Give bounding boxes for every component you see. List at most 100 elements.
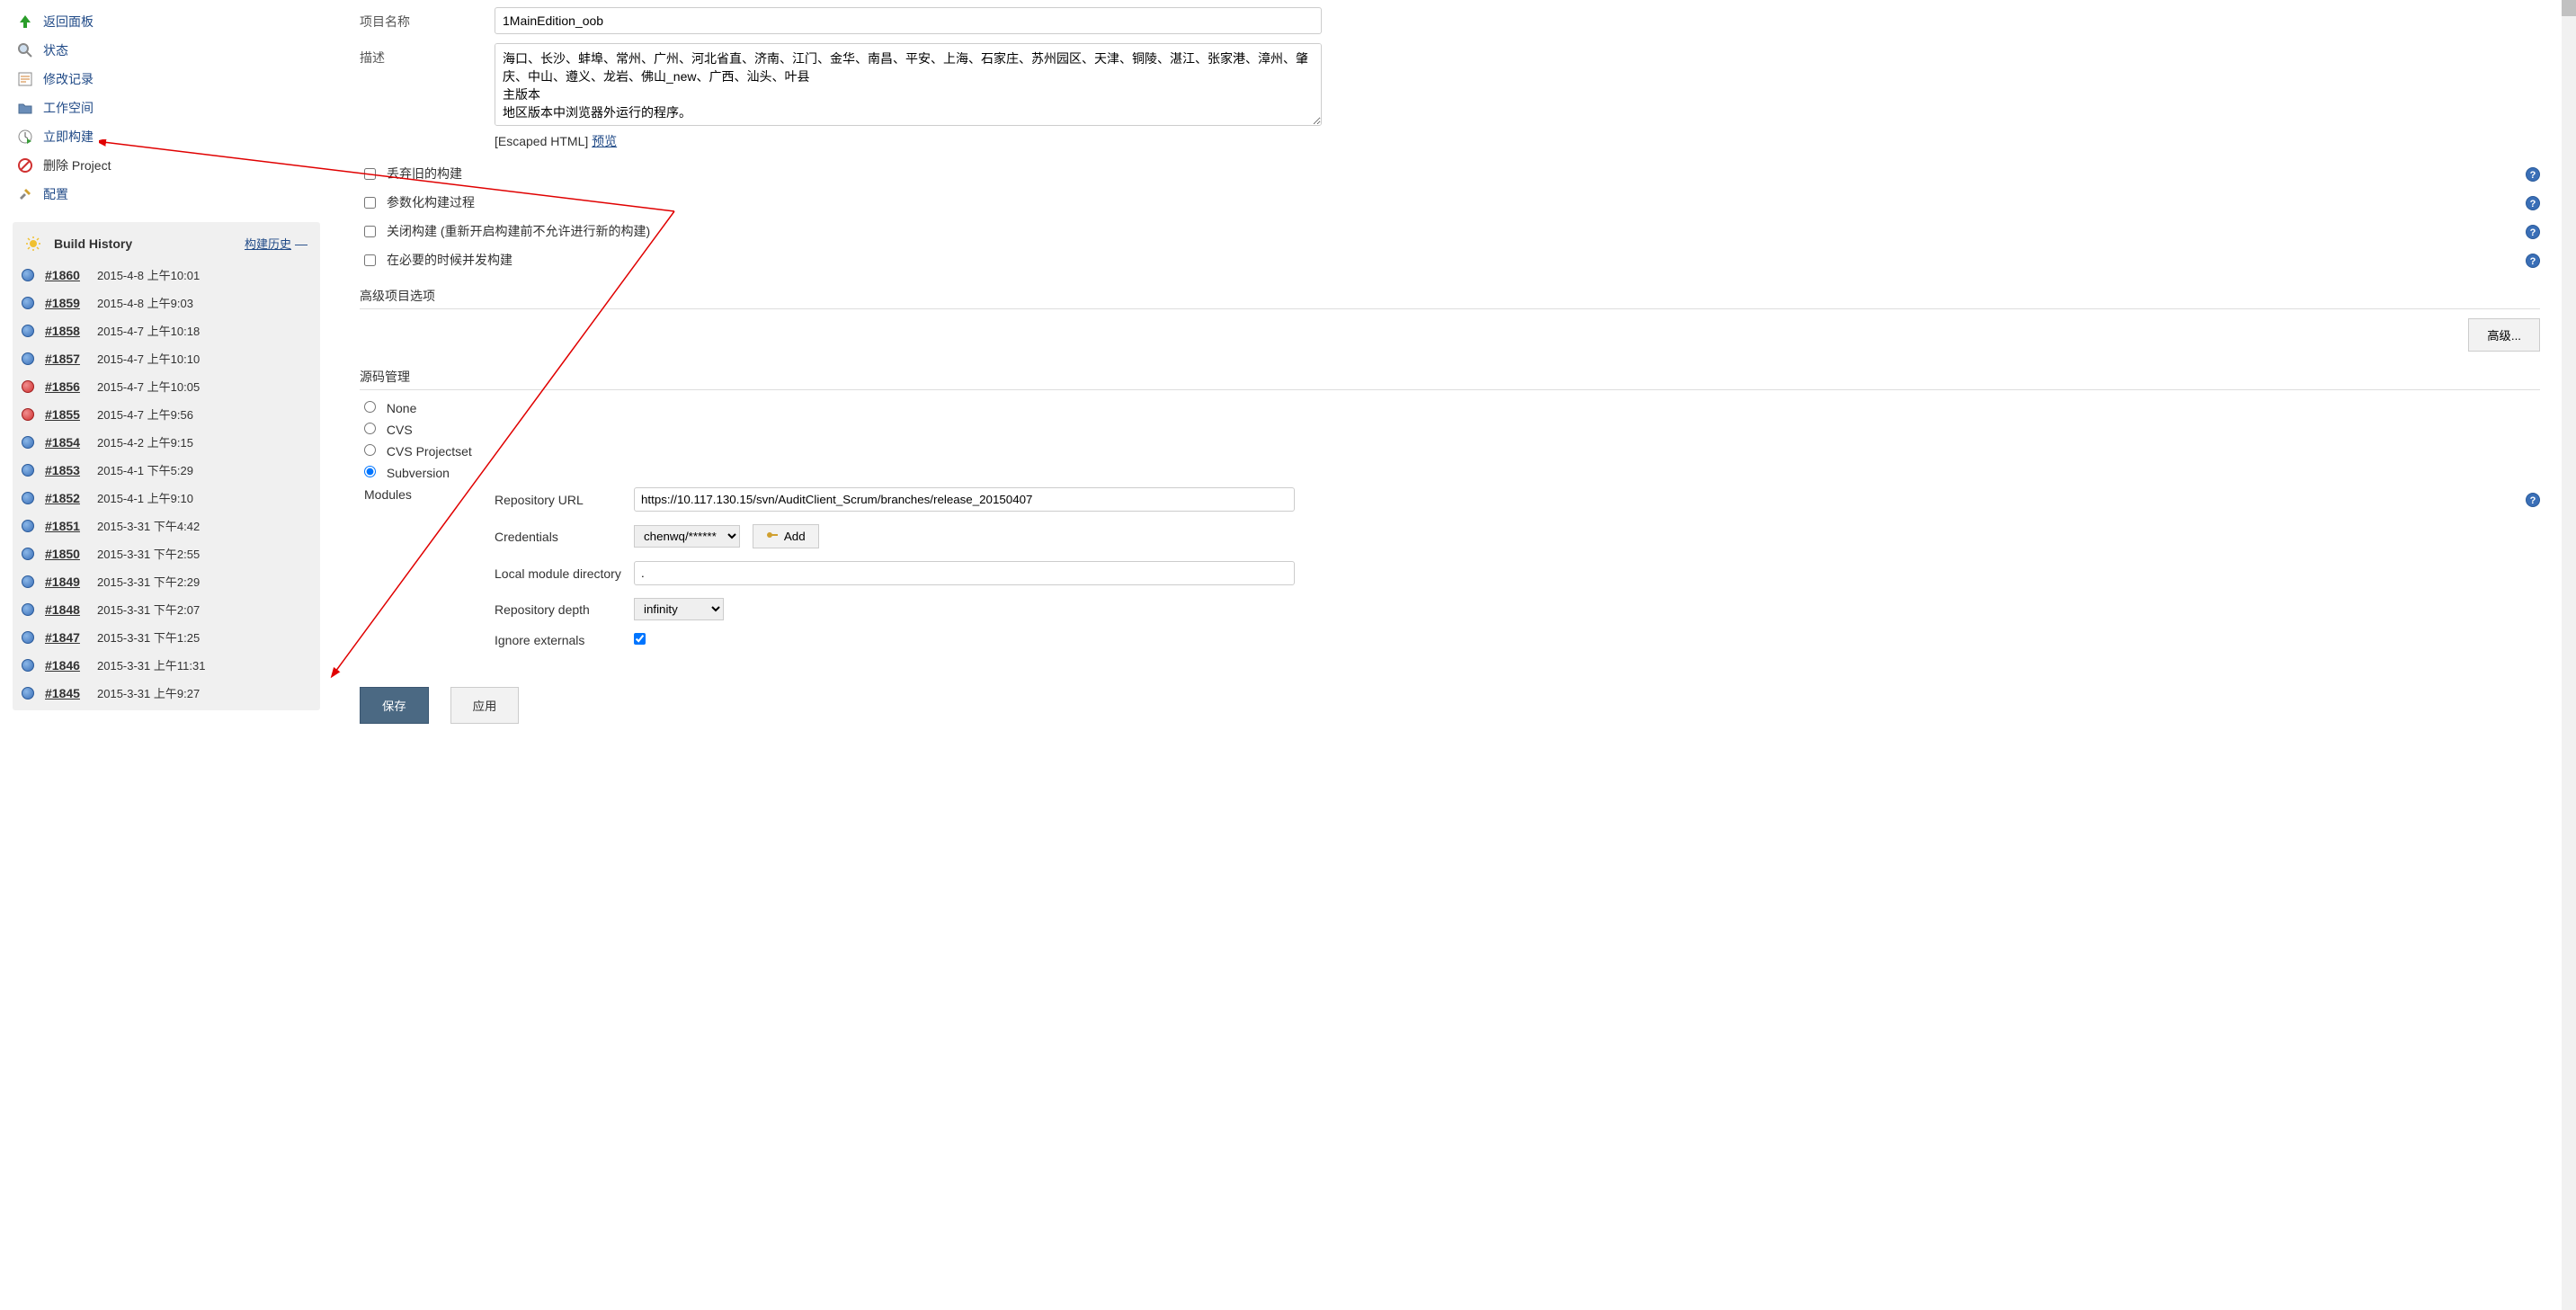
status-orb-icon [22,659,34,672]
build-time: 2015-4-7 上午10:10 [97,350,200,367]
option-checkbox[interactable] [364,254,376,266]
build-history-row[interactable]: #1850 2015-3-31 下午2:55 [13,539,320,567]
help-icon[interactable]: ? [2526,224,2540,239]
build-history-row[interactable]: #1860 2015-4-8 上午10:01 [13,261,320,289]
nav-changes[interactable]: 修改记录 [13,65,320,94]
add-credentials-button[interactable]: Add [753,524,819,548]
status-orb-icon [22,548,34,560]
help-icon[interactable]: ? [2526,195,2540,210]
build-number-link[interactable]: #1851 [45,519,97,533]
build-number-link[interactable]: #1852 [45,491,97,505]
build-number-link[interactable]: #1856 [45,379,97,394]
credentials-select[interactable]: chenwq/****** [634,525,740,548]
desc-textarea[interactable] [495,43,1322,126]
option-checkbox[interactable] [364,226,376,237]
option-label: 参数化构建过程 [387,193,475,211]
nav-workspace[interactable]: 工作空间 [13,94,320,122]
build-number-link[interactable]: #1858 [45,324,97,338]
build-history-row[interactable]: #1853 2015-4-1 下午5:29 [13,456,320,484]
build-time: 2015-4-7 上午10:05 [97,378,200,395]
help-icon[interactable]: ? [2526,166,2540,182]
scrollbar-thumb[interactable] [2562,0,2576,16]
scm-radio-row: CVS [360,419,2540,441]
build-time: 2015-4-2 上午9:15 [97,433,193,450]
build-number-link[interactable]: #1860 [45,268,97,282]
status-orb-icon [22,603,34,616]
build-history-panel: Build History 构建历史 — #1860 2015-4-8 上午10… [13,222,320,710]
build-history-row[interactable]: #1855 2015-4-7 上午9:56 [13,400,320,428]
nav-back-to-dashboard[interactable]: 返回面板 [13,7,320,36]
scm-radio-row: CVS Projectset [360,441,2540,462]
preview-link[interactable]: 预览 [592,134,617,148]
nav-label: 删除 Project [43,156,111,174]
build-number-link[interactable]: #1847 [45,630,97,645]
build-time: 2015-3-31 下午1:25 [97,628,200,646]
modules-label: Modules [360,487,495,660]
build-history-row[interactable]: #1848 2015-3-31 下午2:07 [13,595,320,623]
build-time: 2015-4-1 上午9:10 [97,489,193,506]
status-orb-icon [22,464,34,477]
status-orb-icon [22,352,34,365]
build-number-link[interactable]: #1845 [45,686,97,700]
nav-status[interactable]: 状态 [13,36,320,65]
build-time: 2015-4-7 上午9:56 [97,405,193,423]
build-history-link[interactable]: 构建历史 [245,235,291,252]
nav-label: 修改记录 [43,70,94,88]
advanced-button[interactable]: 高级... [2468,318,2540,352]
option-checkbox-row: 参数化构建过程 ? [360,188,2540,217]
build-history-row[interactable]: #1858 2015-4-7 上午10:18 [13,316,320,344]
folder-icon [16,99,34,117]
scrollbar[interactable] [2562,0,2576,1310]
build-number-link[interactable]: #1849 [45,575,97,589]
option-checkbox[interactable] [364,197,376,209]
scm-radio[interactable] [364,444,376,456]
project-name-input[interactable] [495,7,1322,34]
build-history-row[interactable]: #1846 2015-3-31 上午11:31 [13,651,320,679]
status-orb-icon [22,631,34,644]
forbidden-icon [16,156,34,174]
build-history-row[interactable]: #1856 2015-4-7 上午10:05 [13,372,320,400]
nav-label: 立即构建 [43,128,94,146]
build-number-link[interactable]: #1857 [45,352,97,366]
build-number-link[interactable]: #1853 [45,463,97,477]
collapse-icon[interactable]: — [295,236,308,251]
help-icon[interactable]: ? [2526,253,2540,268]
nav-delete-project[interactable]: 删除 Project [13,151,320,180]
build-history-row[interactable]: #1845 2015-3-31 上午9:27 [13,679,320,707]
help-icon[interactable]: ? [2526,493,2540,507]
build-history-row[interactable]: #1847 2015-3-31 下午1:25 [13,623,320,651]
build-history-row[interactable]: #1851 2015-3-31 下午4:42 [13,512,320,539]
build-number-link[interactable]: #1859 [45,296,97,310]
notes-icon [16,70,34,88]
build-history-row[interactable]: #1859 2015-4-8 上午9:03 [13,289,320,316]
scm-radio[interactable] [364,423,376,434]
build-history-row[interactable]: #1849 2015-3-31 下午2:29 [13,567,320,595]
build-history-row[interactable]: #1852 2015-4-1 上午9:10 [13,484,320,512]
build-time: 2015-4-8 上午10:01 [97,266,200,283]
apply-button[interactable]: 应用 [450,687,520,724]
main-form: 项目名称 描述 [Escaped HTML] 预览 丢弃旧的构建 ? 参数化构建… [333,0,2576,731]
option-checkbox[interactable] [364,168,376,180]
build-time: 2015-3-31 上午9:27 [97,684,200,701]
scm-section-title: 源码管理 [360,368,2540,390]
build-history-title: Build History [54,236,245,251]
status-orb-icon [22,687,34,700]
advanced-section-title: 高级项目选项 [360,287,2540,309]
scm-radio[interactable] [364,401,376,413]
build-time: 2015-3-31 下午4:42 [97,517,200,534]
build-number-link[interactable]: #1846 [45,658,97,673]
save-button[interactable]: 保存 [360,687,429,724]
build-number-link[interactable]: #1854 [45,435,97,450]
repo-url-input[interactable] [634,487,1295,512]
build-history-row[interactable]: #1854 2015-4-2 上午9:15 [13,428,320,456]
ignore-externals-checkbox[interactable] [634,633,646,645]
nav-build-now[interactable]: 立即构建 [13,122,320,151]
build-number-link[interactable]: #1850 [45,547,97,561]
build-number-link[interactable]: #1848 [45,602,97,617]
scm-radio[interactable] [364,466,376,477]
depth-select[interactable]: infinity [634,598,724,620]
build-number-link[interactable]: #1855 [45,407,97,422]
nav-configure[interactable]: 配置 [13,180,320,209]
local-dir-input[interactable] [634,561,1295,585]
build-history-row[interactable]: #1857 2015-4-7 上午10:10 [13,344,320,372]
